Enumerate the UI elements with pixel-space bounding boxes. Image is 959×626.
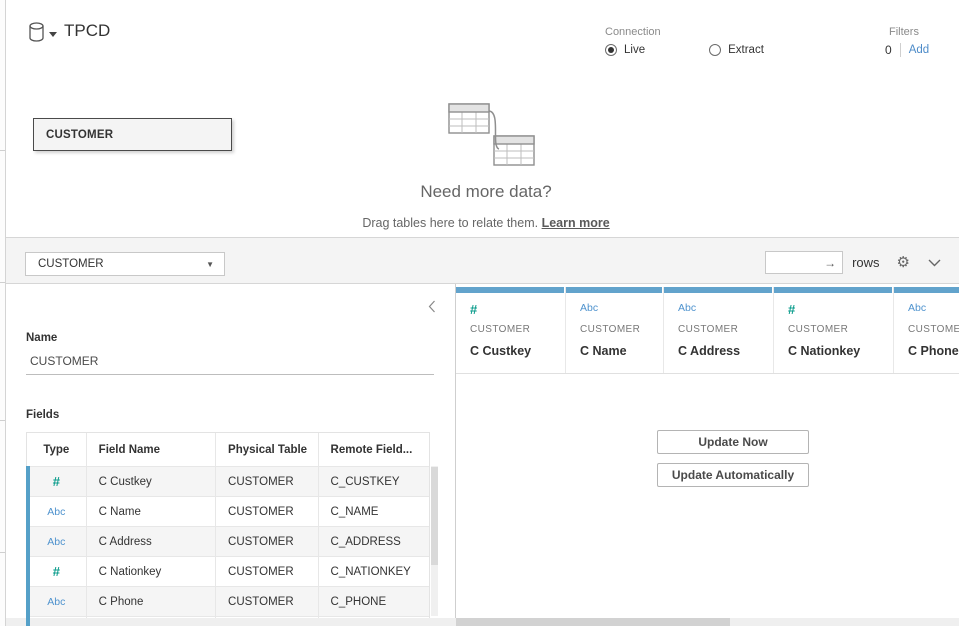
filters-label: Filters	[889, 26, 919, 38]
string-type-icon: Abc	[47, 596, 65, 608]
number-type-icon: #	[788, 302, 795, 317]
preview-toolbar: CUSTOMER ▼ → rows ⚙	[6, 237, 959, 284]
rows-count-input[interactable]	[766, 252, 822, 273]
name-label: Name	[26, 332, 57, 344]
filters-divider	[900, 43, 901, 57]
string-type-icon: Abc	[678, 302, 696, 314]
add-filter-link[interactable]: Add	[909, 44, 929, 56]
database-menu-caret-icon[interactable]	[49, 32, 57, 37]
number-type-icon: #	[53, 564, 60, 579]
preview-column[interactable]: # CUSTOMER C Custkey	[456, 287, 566, 373]
col-header-physical-table[interactable]: Physical Table	[216, 433, 319, 466]
relate-tables-illustration	[438, 98, 542, 170]
data-preview-grid: # CUSTOMER C Custkey Abc CUSTOMER C Name…	[456, 284, 959, 618]
fields-label: Fields	[26, 409, 59, 421]
rows-controls: → rows ⚙	[765, 251, 943, 274]
string-type-icon: Abc	[908, 302, 926, 314]
field-row[interactable]: Abc C Address CUSTOMER C_ADDRESS	[27, 527, 429, 557]
horizontal-scrollbar-thumb[interactable]	[456, 618, 730, 626]
gear-icon[interactable]: ⚙	[897, 255, 910, 270]
connection-label: Connection	[605, 26, 661, 38]
fields-table-header-row: Type Field Name Physical Table Remote Fi…	[27, 433, 429, 467]
pane-tick	[0, 282, 5, 283]
fields-table-accent-bar	[26, 466, 30, 626]
connection-radio-group: Live Extract	[605, 44, 764, 56]
string-type-icon: Abc	[47, 536, 65, 548]
radio-circle-icon[interactable]	[605, 44, 617, 56]
string-type-icon: Abc	[580, 302, 598, 314]
update-automatically-button[interactable]: Update Automatically	[657, 463, 809, 487]
empty-state-title: Need more data?	[306, 182, 666, 202]
learn-more-link[interactable]: Learn more	[542, 216, 610, 230]
preview-header-row: # CUSTOMER C Custkey Abc CUSTOMER C Name…	[456, 287, 959, 374]
fields-table: Type Field Name Physical Table Remote Fi…	[26, 432, 430, 626]
datasource-title[interactable]: TPCD	[64, 21, 110, 41]
chevron-down-icon[interactable]	[928, 259, 941, 267]
database-icon[interactable]	[28, 22, 45, 43]
logical-table-customer[interactable]: CUSTOMER	[33, 118, 232, 151]
name-input-underline	[26, 374, 434, 375]
table-name-input[interactable]	[30, 354, 432, 368]
string-type-icon: Abc	[47, 506, 65, 518]
radio-extract[interactable]: Extract	[709, 44, 764, 56]
radio-circle-icon[interactable]	[709, 44, 721, 56]
rows-label: rows	[852, 255, 879, 270]
fields-table-scrollbar-thumb[interactable]	[431, 467, 438, 565]
table-details-panel: Name Fields Type Field Name Physical Tab…	[6, 285, 455, 626]
field-row[interactable]: # C Custkey CUSTOMER C_CUSTKEY	[27, 467, 429, 497]
radio-live[interactable]: Live	[605, 44, 645, 56]
column-accent-bar	[456, 287, 564, 293]
relationship-canvas: TPCD Connection Live Extract Filters 0 A…	[6, 0, 959, 237]
collapsed-left-pane-edge[interactable]	[0, 0, 6, 626]
col-header-type[interactable]: Type	[27, 433, 87, 466]
column-accent-bar	[894, 287, 959, 293]
empty-state-subtitle: Drag tables here to relate them. Learn m…	[236, 216, 736, 230]
tableau-datasource-page: TPCD Connection Live Extract Filters 0 A…	[0, 0, 959, 626]
pane-tick	[0, 150, 5, 151]
field-row[interactable]: Abc C Name CUSTOMER C_NAME	[27, 497, 429, 527]
col-header-remote-field[interactable]: Remote Field...	[319, 433, 429, 466]
column-accent-bar	[566, 287, 662, 293]
dropdown-caret-icon: ▼	[206, 260, 214, 269]
table-select-dropdown[interactable]: CUSTOMER ▼	[25, 252, 225, 276]
filters-count: 0	[885, 43, 892, 57]
column-accent-bar	[774, 287, 892, 293]
pane-tick	[0, 420, 5, 421]
field-row[interactable]: Abc C Phone CUSTOMER C_PHONE	[27, 587, 429, 617]
number-type-icon: #	[53, 474, 60, 489]
rows-input-wrap: →	[765, 251, 843, 274]
collapse-panel-icon[interactable]	[428, 300, 436, 318]
field-row[interactable]: # C Nationkey CUSTOMER C_NATIONKEY	[27, 557, 429, 587]
preview-column[interactable]: # CUSTOMER C Nationkey	[774, 287, 894, 373]
col-header-field-name[interactable]: Field Name	[87, 433, 216, 466]
filters-row: 0 Add	[885, 43, 929, 57]
apply-rows-arrow-icon[interactable]: →	[824, 256, 836, 270]
update-now-button[interactable]: Update Now	[657, 430, 809, 454]
column-accent-bar	[664, 287, 772, 293]
preview-column[interactable]: Abc CUSTOMER C Phone	[894, 287, 959, 373]
number-type-icon: #	[470, 302, 477, 317]
pane-tick	[0, 552, 5, 553]
preview-column[interactable]: Abc CUSTOMER C Address	[664, 287, 774, 373]
preview-column[interactable]: Abc CUSTOMER C Name	[566, 287, 664, 373]
